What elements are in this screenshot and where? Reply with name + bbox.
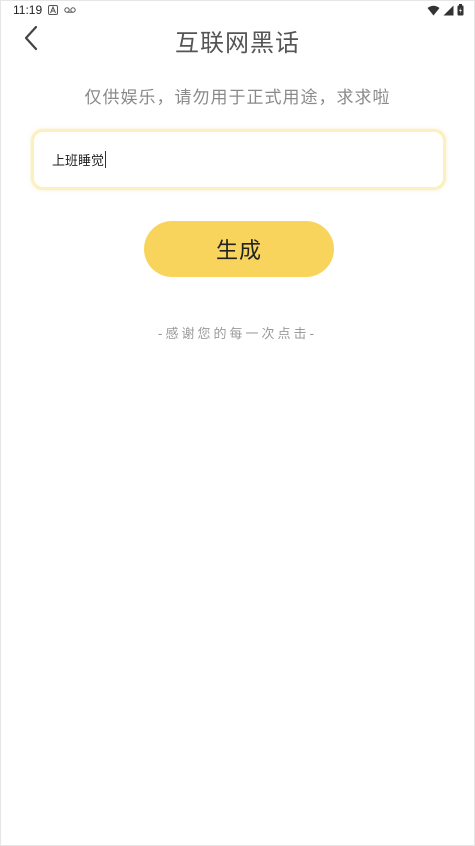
signal-icon xyxy=(443,5,454,16)
text-input-field[interactable]: 上班睡觉 xyxy=(31,129,446,190)
input-value: 上班睡觉 xyxy=(52,154,105,169)
a-notification-icon xyxy=(48,5,59,15)
status-left: 11:19 xyxy=(13,3,76,17)
status-bar: 11:19 xyxy=(1,1,474,19)
battery-icon xyxy=(457,4,464,16)
generate-button[interactable]: 生成 xyxy=(144,221,334,277)
wifi-icon xyxy=(427,5,440,16)
status-time: 11:19 xyxy=(13,3,43,17)
header: 互联网黑话 xyxy=(1,19,474,59)
subtitle: 仅供娱乐，请勿用于正式用途，求求啦 xyxy=(84,88,391,108)
status-right xyxy=(427,4,464,16)
text-input[interactable]: 上班睡觉 xyxy=(52,150,107,169)
page-title: 互联网黑话 xyxy=(175,29,300,57)
voicemail-icon xyxy=(64,6,76,14)
footer-note: -感谢您的每一次点击- xyxy=(157,327,318,342)
screen: 11:19 互联网黑话 仅供娱乐，请勿用于正式用途，求求啦 上班睡觉 生成 -感… xyxy=(0,0,475,846)
text-caret xyxy=(105,151,107,168)
